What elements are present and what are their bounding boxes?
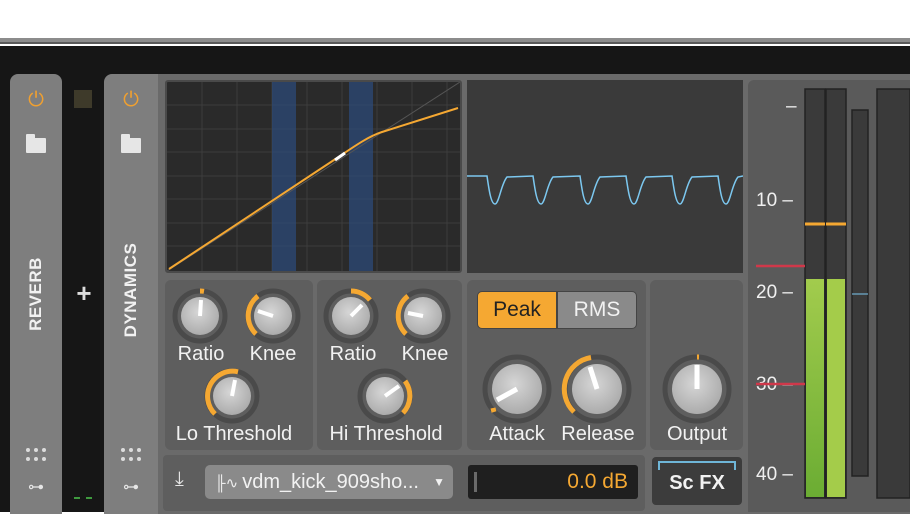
release-knob[interactable]: [561, 354, 632, 424]
hi-threshold-knob[interactable]: [357, 368, 413, 424]
sidechain-gain-field[interactable]: 0.0 dB: [468, 465, 638, 499]
hi-ratio-knob[interactable]: [323, 288, 379, 344]
sidechain-input-icon[interactable]: ⤓: [175, 468, 184, 491]
output-label: Output: [666, 423, 728, 445]
release-label: Release: [561, 423, 635, 445]
hi-knee-knob[interactable]: [395, 288, 451, 344]
hi-ratio-label: Ratio: [329, 343, 377, 365]
attack-knob[interactable]: [482, 354, 552, 424]
peak-mode-button[interactable]: Peak: [477, 291, 557, 329]
sidechain-source-dropdown[interactable]: ╟∿ vdm_kick_909sho... ▼: [205, 465, 453, 499]
gain-reduction-meter: [851, 109, 869, 477]
waveform-icon: ╟∿: [215, 475, 239, 492]
sidechain-source-label: vdm_kick_909sho...: [242, 471, 419, 493]
level-meter-left: [804, 88, 826, 499]
attack-label: Attack: [489, 423, 545, 445]
output-meter: [876, 88, 910, 499]
level-meter-right: [825, 88, 847, 499]
lo-ratio-label: Ratio: [177, 343, 225, 365]
lo-ratio-knob[interactable]: [172, 288, 228, 344]
sc-fx-button[interactable]: Sc FX: [652, 457, 742, 505]
chevron-down-icon: ▼: [433, 475, 445, 489]
sidechain-gain-value: 0.0 dB: [567, 470, 628, 493]
hi-threshold-label: Hi Threshold: [329, 423, 443, 445]
lo-knee-knob[interactable]: [245, 288, 301, 344]
rms-mode-button[interactable]: RMS: [557, 291, 637, 329]
output-knob[interactable]: [662, 354, 732, 424]
hi-knee-label: Knee: [401, 343, 449, 365]
lo-knee-label: Knee: [249, 343, 297, 365]
lo-threshold-knob[interactable]: [204, 368, 260, 424]
lo-threshold-label: Lo Threshold: [175, 423, 293, 445]
